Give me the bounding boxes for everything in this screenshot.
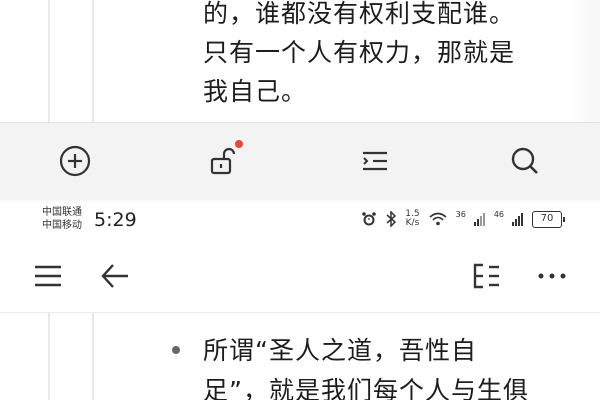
note-line: 我自己。 — [203, 77, 308, 106]
note-line: 只有一个人有权力，那就是 — [203, 38, 516, 67]
note-line: 足”，就是我们每个人与生俱 — [203, 376, 529, 400]
menu-button[interactable] — [28, 256, 68, 296]
bullet-point — [172, 346, 180, 354]
notification-dot — [235, 140, 243, 148]
menu-icon — [35, 265, 61, 287]
network-type-a: 36 — [455, 209, 466, 219]
alarm-icon — [362, 212, 377, 226]
network-type-b: 46 — [493, 209, 504, 219]
carrier-1: 中国联通 — [42, 207, 82, 218]
back-arrow-icon — [101, 264, 128, 288]
back-button[interactable] — [95, 256, 135, 296]
note-line: 所谓“圣人之道，吾性自 — [203, 336, 477, 365]
add-button[interactable] — [55, 141, 95, 181]
battery-icon: 70 — [532, 210, 565, 228]
more-button[interactable] — [532, 256, 572, 296]
plus-circle-icon — [59, 145, 91, 177]
margin-line — [92, 0, 94, 122]
signal-icon-b — [512, 213, 523, 226]
note-content-bottom: 所谓“圣人之道，吾性自 足”，就是我们每个人与生俱 — [0, 312, 600, 400]
margin-line — [92, 313, 94, 400]
edge-shade — [570, 0, 600, 122]
status-bar: 中国联通 中国移动 5:29 1.5 K/s 36 46 70 — [0, 202, 600, 238]
speed-unit: K/s — [405, 218, 420, 228]
note-line: 的，谁都没有权利支配谁。 — [203, 0, 516, 28]
margin-line — [48, 0, 50, 122]
reader-navbar — [0, 240, 600, 310]
outline-icon — [363, 151, 387, 171]
status-time: 5:29 — [94, 209, 137, 231]
note-paragraph: 所谓“圣人之道，吾性自 足”，就是我们每个人与生俱 — [203, 331, 529, 400]
carrier-2: 中国移动 — [42, 220, 82, 231]
toc-icon — [473, 263, 499, 289]
carrier-info: 中国联通 中国移动 — [42, 206, 82, 232]
lock-button[interactable] — [202, 140, 243, 181]
wifi-icon — [429, 212, 447, 226]
search-button[interactable] — [505, 141, 545, 181]
bluetooth-icon — [386, 211, 397, 227]
status-icons: 1.5 K/s 36 46 70 — [361, 209, 565, 228]
unlock-icon — [210, 147, 236, 175]
signal-icon-a — [473, 213, 485, 226]
note-content-top: 的，谁都没有权利支配谁。 只有一个人有权力，那就是 我自己。 — [0, 0, 600, 122]
note-paragraph: 的，谁都没有权利支配谁。 只有一个人有权力，那就是 我自己。 — [203, 0, 515, 111]
margin-line — [48, 313, 50, 400]
bottom-toolbar — [0, 122, 600, 200]
outline-button[interactable] — [355, 141, 395, 181]
more-icon — [538, 273, 566, 279]
search-icon — [511, 147, 538, 174]
network-speed: 1.5 K/s — [405, 210, 419, 228]
toc-button[interactable] — [466, 256, 506, 296]
